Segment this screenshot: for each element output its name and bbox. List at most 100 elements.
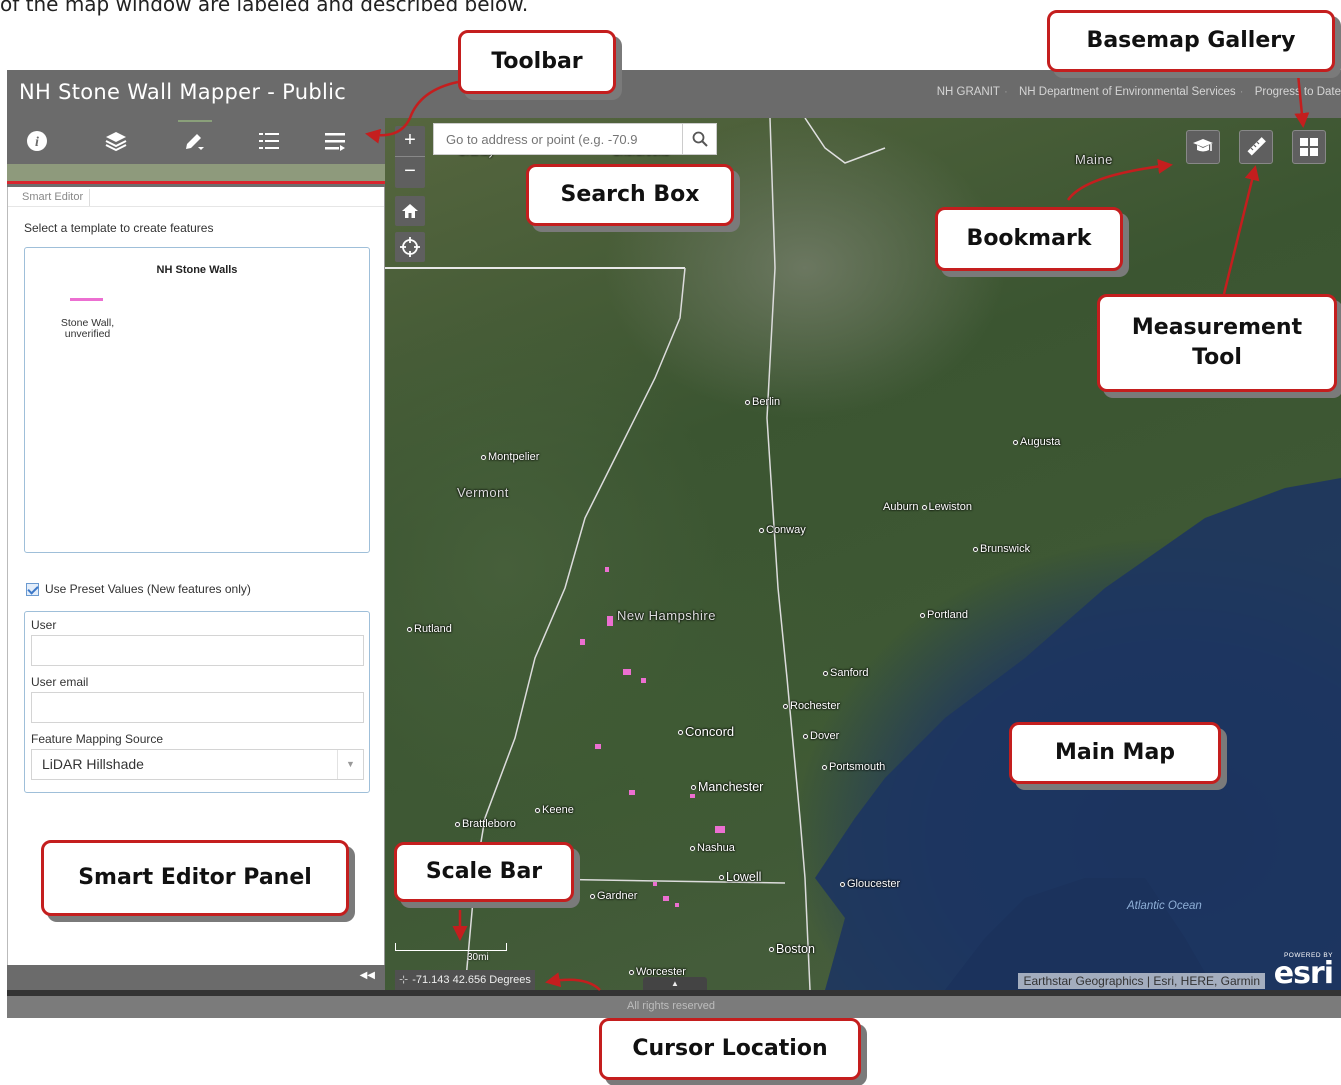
- header-links: NH GRANIT · NH Department of Environmenta…: [929, 86, 1341, 98]
- place-dover: Dover: [803, 730, 839, 742]
- place-keene: Keene: [535, 804, 574, 816]
- panel-title-bar: [7, 164, 385, 184]
- place-berlin: Berlin: [745, 396, 780, 408]
- zoom-control: + −: [395, 126, 425, 188]
- panel-footer: ◀◀: [7, 965, 385, 990]
- stone-wall-template-label[interactable]: Stone Wall, unverified: [50, 318, 125, 340]
- basemap-gallery-button[interactable]: [1292, 130, 1326, 164]
- layers-icon[interactable]: [99, 124, 133, 158]
- place-manchester: Manchester: [691, 780, 763, 794]
- callout-main-map: Main Map: [1009, 722, 1221, 784]
- user-email-field[interactable]: [31, 692, 364, 723]
- state-label-new-hampshire: New Hampshire: [617, 608, 716, 623]
- place-auburn: Auburn Lewiston: [883, 501, 972, 513]
- callout-smart-editor-panel: Smart Editor Panel: [41, 840, 349, 916]
- place-brunswick: Brunswick: [973, 543, 1030, 555]
- esri-logo: POWERED BY esri: [1273, 952, 1334, 990]
- header-link-granit[interactable]: NH GRANIT: [937, 86, 1000, 98]
- search-input[interactable]: [434, 124, 682, 154]
- basemap-gallery-icon: [1300, 138, 1318, 156]
- zoom-in-button[interactable]: +: [395, 126, 425, 157]
- callout-cursor-location: Cursor Location: [599, 1018, 861, 1080]
- scale-label: 30mi: [467, 952, 489, 963]
- my-location-button[interactable]: [395, 232, 425, 262]
- state-label-maine: Maine: [1075, 152, 1113, 167]
- user-email-field-label: User email: [31, 675, 89, 689]
- tab-smart-editor[interactable]: Smart Editor: [16, 189, 91, 207]
- search-box: [433, 123, 717, 155]
- callout-basemap-gallery: Basemap Gallery: [1047, 10, 1335, 72]
- preset-values-toggle[interactable]: Use Preset Values (New features only): [26, 582, 251, 596]
- user-field[interactable]: [31, 635, 364, 666]
- ocean-label: Atlantic Ocean: [1127, 900, 1202, 912]
- app-title: NH Stone Wall Mapper - Public: [19, 80, 347, 104]
- edit-icon[interactable]: [178, 120, 212, 158]
- coordinate-icon[interactable]: ⊹: [399, 974, 408, 986]
- measure-icon: [1247, 137, 1266, 156]
- attribution-toggle[interactable]: ▲: [643, 977, 707, 990]
- place-sanford: Sanford: [823, 667, 869, 679]
- rights-text: All rights reserved: [627, 1000, 716, 1012]
- place-brattleboro: Brattleboro: [455, 818, 516, 830]
- place-nashua: Nashua: [690, 842, 735, 854]
- toolbar: i: [7, 118, 385, 164]
- callout-toolbar: Toolbar: [458, 30, 616, 94]
- home-icon: [402, 204, 418, 218]
- zoom-out-button[interactable]: −: [395, 157, 425, 188]
- callout-search-box: Search Box: [526, 164, 734, 226]
- callout-scale-bar: Scale Bar: [394, 842, 574, 902]
- legend-icon[interactable]: [252, 124, 286, 158]
- mapping-source-label: Feature Mapping Source: [31, 732, 164, 746]
- tab-divider: [8, 206, 384, 207]
- cursor-location[interactable]: ⊹ -71.143 42.656 Degrees: [395, 970, 535, 990]
- header-link-progress[interactable]: Progress to Date: [1255, 86, 1341, 98]
- place-lowell: Lowell: [719, 870, 761, 884]
- mapping-source-value: LiDAR Hillshade: [42, 756, 144, 772]
- scale-bar: [395, 943, 507, 951]
- search-icon: [692, 131, 708, 147]
- place-concord: Concord: [678, 724, 734, 739]
- template-group-title: NH Stone Walls: [156, 264, 238, 276]
- place-augusta: Augusta: [1013, 436, 1060, 448]
- place-rutland: Rutland: [407, 623, 452, 635]
- map-attribution: Earthstar Geographics | Esri, HERE, Garm…: [1018, 973, 1265, 989]
- coordinate-readout: -71.143 42.656 Degrees: [412, 974, 531, 986]
- preset-label: Use Preset Values (New features only): [45, 582, 251, 596]
- preset-fields: User User email Feature Mapping Source L…: [24, 611, 370, 793]
- intro-text: of the map window are labeled and descri…: [0, 0, 529, 16]
- callout-measurement-tool: Measurement Tool: [1097, 294, 1337, 392]
- search-button[interactable]: [682, 124, 716, 154]
- place-conway: Conway: [759, 524, 806, 536]
- svg-text:i: i: [35, 135, 39, 150]
- info-icon[interactable]: i: [20, 124, 54, 158]
- place-gloucester: Gloucester: [840, 878, 900, 890]
- chevron-down-icon[interactable]: ▼: [337, 750, 363, 779]
- footer-strip: All rights reserved: [7, 996, 1341, 1018]
- measurement-button[interactable]: [1239, 130, 1273, 164]
- template-prompt: Select a template to create features: [24, 221, 214, 235]
- user-field-label: User: [31, 618, 57, 632]
- stone-wall-template-swatch[interactable]: [70, 298, 103, 301]
- app-header: NH Stone Wall Mapper - Public NH GRANIT ·…: [7, 70, 1341, 118]
- bookmark-icon: [1193, 139, 1213, 152]
- template-picker: NH Stone Walls Stone Wall, unverified: [24, 247, 370, 553]
- place-montpelier: Montpelier: [481, 451, 539, 463]
- place-portsmouth: Portsmouth: [822, 761, 885, 773]
- state-label-vermont: Vermont: [457, 485, 509, 500]
- place-rochester: Rochester: [783, 700, 840, 712]
- preset-checkbox[interactable]: [26, 582, 39, 596]
- mapping-source-select[interactable]: LiDAR Hillshade ▼: [31, 749, 364, 780]
- place-portland: Portland: [920, 609, 968, 621]
- header-link-des[interactable]: NH Department of Environmental Services: [1019, 86, 1236, 98]
- bookmark-button[interactable]: [1186, 130, 1220, 164]
- esri-wordmark: esri: [1273, 956, 1334, 990]
- place-boston: Boston: [769, 942, 815, 956]
- callout-bookmark: Bookmark: [935, 207, 1123, 271]
- list-icon[interactable]: [318, 124, 352, 158]
- collapse-panel-icon[interactable]: ◀◀: [360, 970, 375, 981]
- place-gardner: Gardner: [590, 890, 637, 902]
- header-separator: ·: [1003, 86, 1008, 98]
- home-button[interactable]: [395, 196, 425, 226]
- header-separator: ·: [1239, 86, 1244, 98]
- crosshair-icon: [400, 237, 420, 257]
